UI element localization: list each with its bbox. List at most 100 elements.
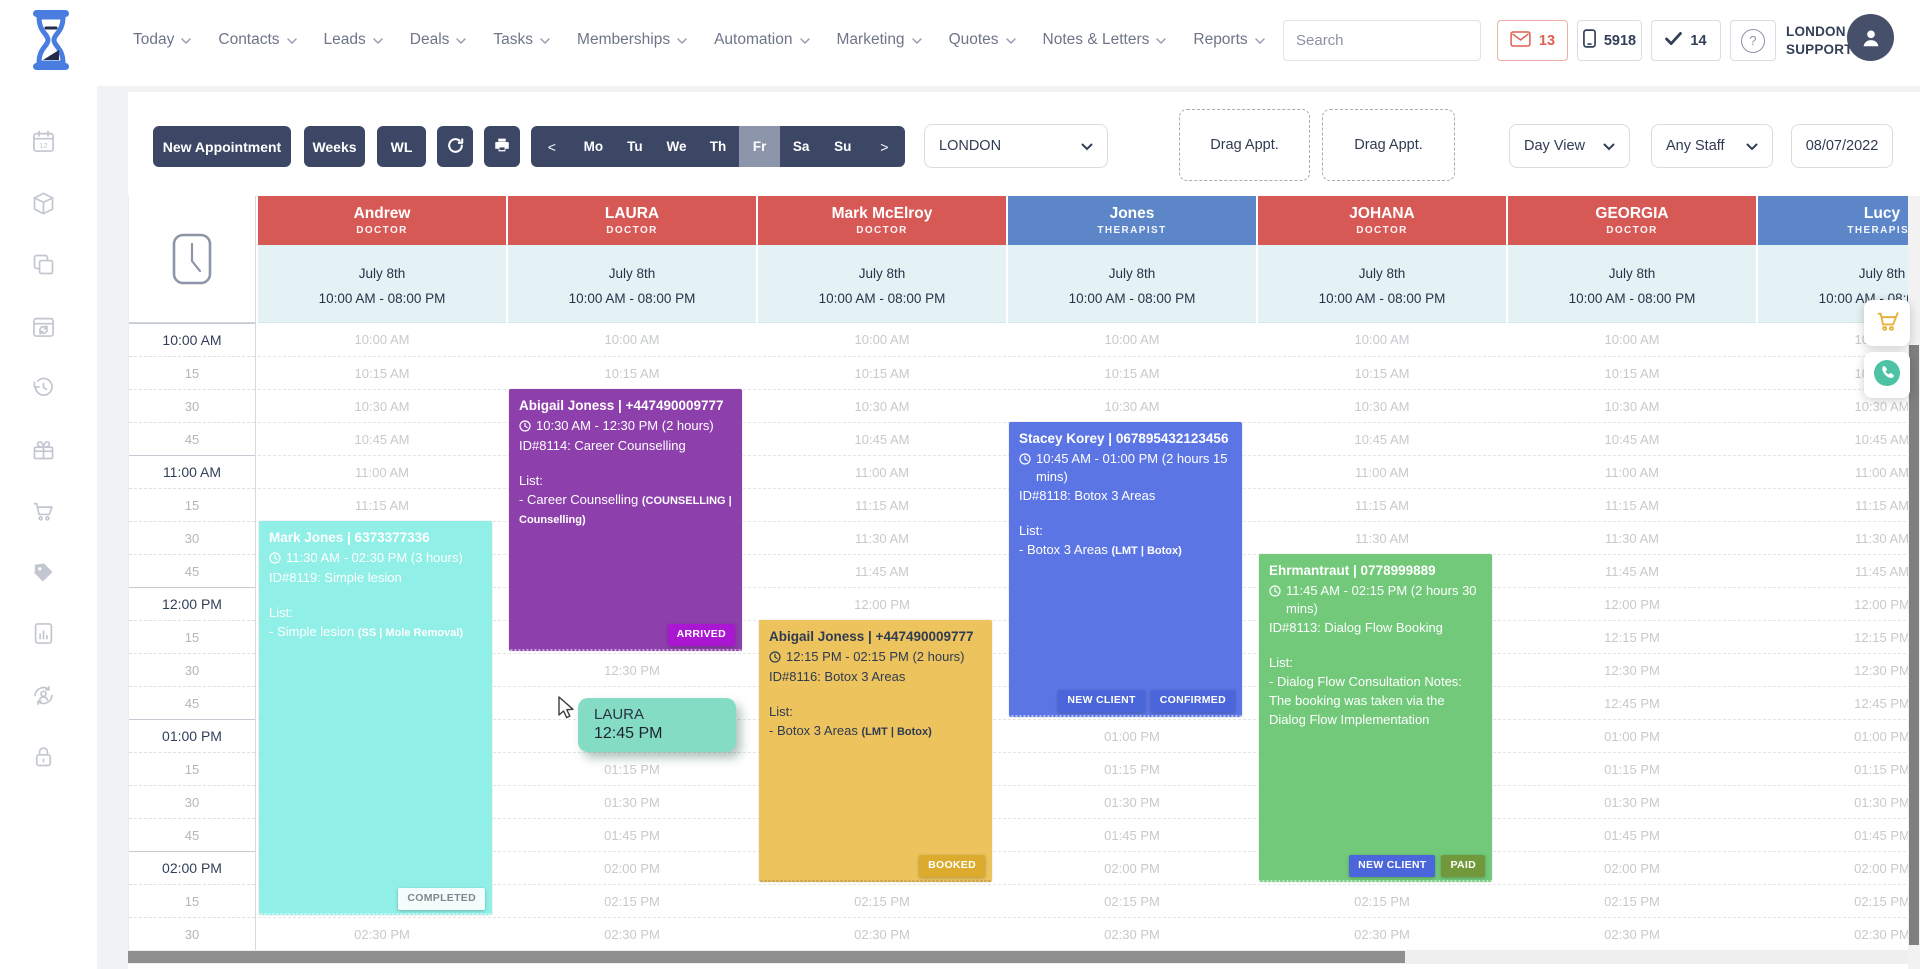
nav-item-quotes[interactable]: Quotes [949,31,1016,49]
time-slot[interactable]: 02:30 PM [508,917,756,950]
time-slot[interactable]: 12:00 PM [1758,587,1920,620]
time-slot[interactable]: 02:00 PM [508,851,756,884]
time-slot[interactable]: 10:30 AM [758,389,1006,422]
time-slot[interactable]: 02:30 PM [1758,917,1920,950]
time-slot[interactable]: 12:45 PM [1758,686,1920,719]
time-slot[interactable]: 12:30 PM [1758,653,1920,686]
time-slot[interactable]: 10:30 AM [258,389,506,422]
time-slot[interactable]: 01:00 PM [1758,719,1920,752]
time-slot[interactable]: 10:45 AM [258,422,506,455]
time-slot[interactable]: 01:45 PM [1758,818,1920,851]
time-slot[interactable]: 02:15 PM [1508,884,1756,917]
time-slot[interactable]: 11:15 AM [1758,488,1920,521]
floating-whatsapp-button[interactable] [1864,352,1910,398]
time-slot[interactable]: 01:15 PM [508,752,756,785]
time-slot[interactable]: 10:00 AM [1508,323,1756,356]
time-slot[interactable]: 10:45 AM [1508,422,1756,455]
time-slot[interactable]: 02:30 PM [758,917,1006,950]
time-slot[interactable]: 12:15 PM [1508,620,1756,653]
time-slot[interactable]: 12:30 PM [508,653,756,686]
day-mo[interactable]: Mo [573,126,615,167]
wl-button[interactable]: WL [377,126,426,167]
help-button[interactable]: ? [1730,20,1776,61]
time-slot[interactable]: 10:00 AM [758,323,1006,356]
print-button[interactable] [484,126,520,167]
lock-icon[interactable] [30,743,60,773]
refresh-button[interactable] [437,126,473,167]
date-field[interactable]: 08/07/2022 [1791,124,1893,168]
appointment-card[interactable]: Mark Jones | 637337733611:30 AM - 02:30 … [259,521,492,915]
time-slot[interactable]: 01:45 PM [1508,818,1756,851]
time-slot[interactable]: 02:30 PM [258,917,506,950]
staff-header[interactable]: JOHANADOCTOR [1258,196,1506,245]
time-slot[interactable]: 10:00 AM [508,323,756,356]
view-select[interactable]: Day View [1509,124,1630,168]
time-slot[interactable]: 01:30 PM [1508,785,1756,818]
time-slot[interactable]: 11:30 AM [758,521,1006,554]
nav-item-automation[interactable]: Automation [714,31,809,49]
time-slot[interactable]: 02:00 PM [1008,851,1256,884]
day-tu[interactable]: Tu [614,126,656,167]
time-slot[interactable]: 10:15 AM [758,356,1006,389]
time-slot[interactable]: 11:00 AM [758,455,1006,488]
time-slot[interactable]: 02:00 PM [1758,851,1920,884]
mail-badge-button[interactable]: 13 [1497,20,1568,61]
next-day-button[interactable]: > [864,126,906,167]
drag-appointment-slot-2[interactable]: Drag Appt. [1322,109,1455,181]
nav-item-contacts[interactable]: Contacts [218,31,296,49]
time-slot[interactable]: 10:00 AM [258,323,506,356]
day-th[interactable]: Th [697,126,739,167]
staff-header[interactable]: AndrewDOCTOR [258,196,506,245]
staff-header[interactable]: LAURADOCTOR [508,196,756,245]
appointment-card[interactable]: Stacey Korey | 06789543212345610:45 AM -… [1009,422,1242,717]
day-fr[interactable]: Fr [739,126,781,167]
nav-item-leads[interactable]: Leads [324,31,383,49]
day-we[interactable]: We [656,126,698,167]
time-slot[interactable]: 11:15 AM [258,488,506,521]
staff-header[interactable]: JonesTHERAPIST [1008,196,1256,245]
time-slot[interactable]: 11:45 AM [758,554,1006,587]
staff-header[interactable]: Mark McElroyDOCTOR [758,196,1006,245]
search-input[interactable] [1284,32,1481,49]
time-slot[interactable]: 10:30 AM [1258,389,1506,422]
time-slot[interactable]: 02:30 PM [1008,917,1256,950]
time-slot[interactable]: 11:00 AM [1258,455,1506,488]
time-slot[interactable]: 02:15 PM [1258,884,1506,917]
time-slot[interactable]: 11:00 AM [1508,455,1756,488]
time-slot[interactable]: 10:30 AM [1008,389,1256,422]
floating-cart-button[interactable] [1864,300,1910,346]
time-slot[interactable]: 11:30 AM [1508,521,1756,554]
appointment-card[interactable]: Ehrmantraut | 077899988911:45 AM - 02:15… [1259,554,1492,882]
tasks-badge-button[interactable]: 14 [1651,20,1721,61]
time-slot[interactable]: 10:45 AM [1258,422,1506,455]
nav-item-memberships[interactable]: Memberships [577,31,687,49]
time-slot[interactable]: 11:45 AM [1758,554,1920,587]
new-appointment-button[interactable]: New Appointment [153,126,291,167]
time-slot[interactable]: 11:30 AM [1258,521,1506,554]
nav-item-marketing[interactable]: Marketing [837,31,922,49]
time-slot[interactable]: 10:15 AM [1258,356,1506,389]
time-slot[interactable]: 01:30 PM [508,785,756,818]
tag-icon[interactable] [30,559,60,589]
customer-sync-icon[interactable] [30,682,60,712]
staff-header[interactable]: LucyTHERAPIST [1758,196,1920,245]
vertical-scrollbar-thumb[interactable] [1909,345,1919,945]
time-slot[interactable]: 10:15 AM [1508,356,1756,389]
time-slot[interactable]: 10:00 AM [1258,323,1506,356]
time-slot[interactable]: 01:45 PM [1008,818,1256,851]
time-slot[interactable]: 02:30 PM [1258,917,1506,950]
appointment-card[interactable]: Abigail Joness | +44749000977710:30 AM -… [509,389,742,651]
time-slot[interactable]: 12:00 PM [758,587,1006,620]
time-slot[interactable]: 12:15 PM [1758,620,1920,653]
time-slot[interactable]: 01:30 PM [1758,785,1920,818]
time-slot[interactable]: 02:15 PM [758,884,1006,917]
appointment-card[interactable]: Abigail Joness | +44749000977712:15 PM -… [759,620,992,882]
package-icon[interactable] [30,190,60,220]
time-slot[interactable]: 12:45 PM [1508,686,1756,719]
time-slot[interactable]: 01:00 PM [1008,719,1256,752]
gift-icon[interactable] [30,436,60,466]
time-slot[interactable]: 10:00 AM [1008,323,1256,356]
cart-icon[interactable] [30,497,60,527]
calendar-icon[interactable]: 12 [30,128,60,158]
time-slot[interactable]: 12:00 PM [1508,587,1756,620]
